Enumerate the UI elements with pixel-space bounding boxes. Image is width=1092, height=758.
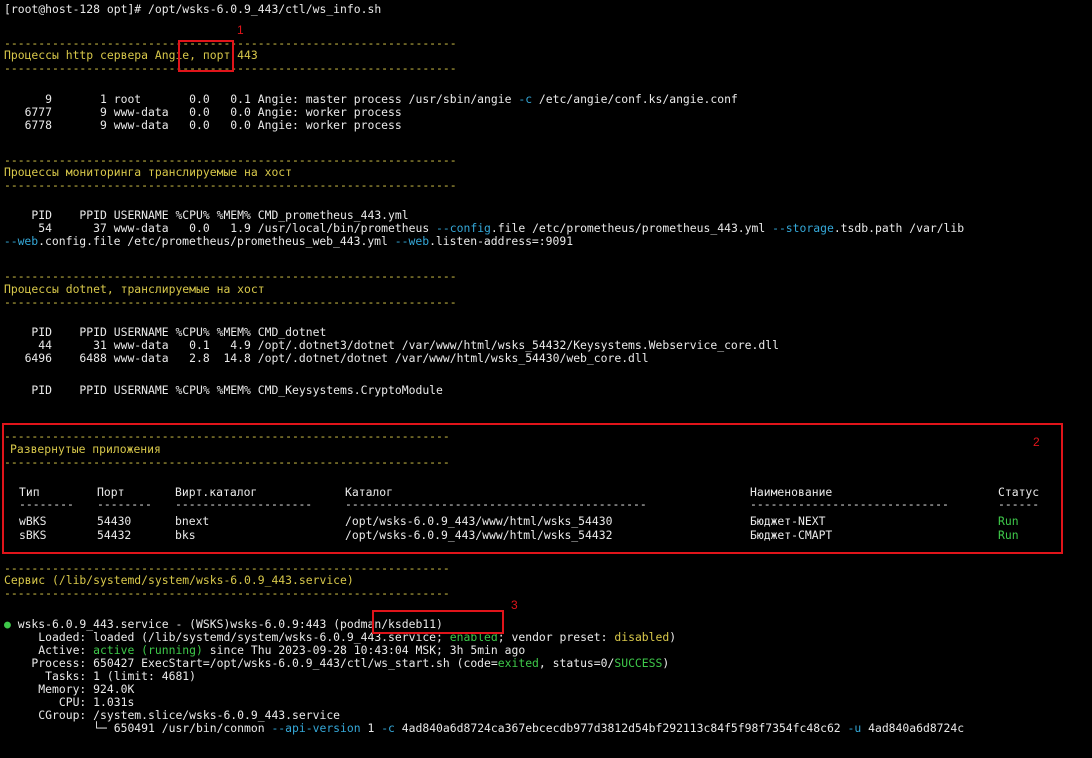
annotation-marker-1: 1 (237, 23, 244, 37)
separator-line: ----------------------------------------… (4, 295, 457, 309)
separator-line: ----------------------------------------… (4, 586, 450, 600)
annotation-marker-3: 3 (511, 598, 518, 612)
http-process-row: 6778 9 www-data 0.0 0.0 Angie: worker pr… (4, 118, 402, 132)
shell-prompt: [root@host-128 opt]# /opt/wsks-6.0.9_443… (4, 2, 382, 16)
status-dot-icon: ● (4, 617, 11, 631)
monitoring-process-row-cont: --web.config.file /etc/prometheus/promet… (0, 234, 574, 248)
annotation-box-3 (372, 610, 504, 634)
annotation-box-2 (2, 423, 1063, 554)
service-conmon-line: └─ 650491 /usr/bin/conmon --api-version … (4, 721, 965, 735)
separator-line: ----------------------------------------… (4, 178, 457, 192)
annotation-box-1 (178, 40, 234, 72)
terminal-window[interactable]: [root@host-128 opt]# /opt/wsks-6.0.9_443… (0, 0, 1092, 758)
crypto-header: PID PPID USERNAME %CPU% %MEM% CMD_Keysys… (4, 383, 443, 397)
annotation-marker-2: 2 (1033, 435, 1040, 449)
dotnet-process-row: 6496 6488 www-data 2.8 14.8 /opt/.dotnet… (4, 351, 649, 365)
